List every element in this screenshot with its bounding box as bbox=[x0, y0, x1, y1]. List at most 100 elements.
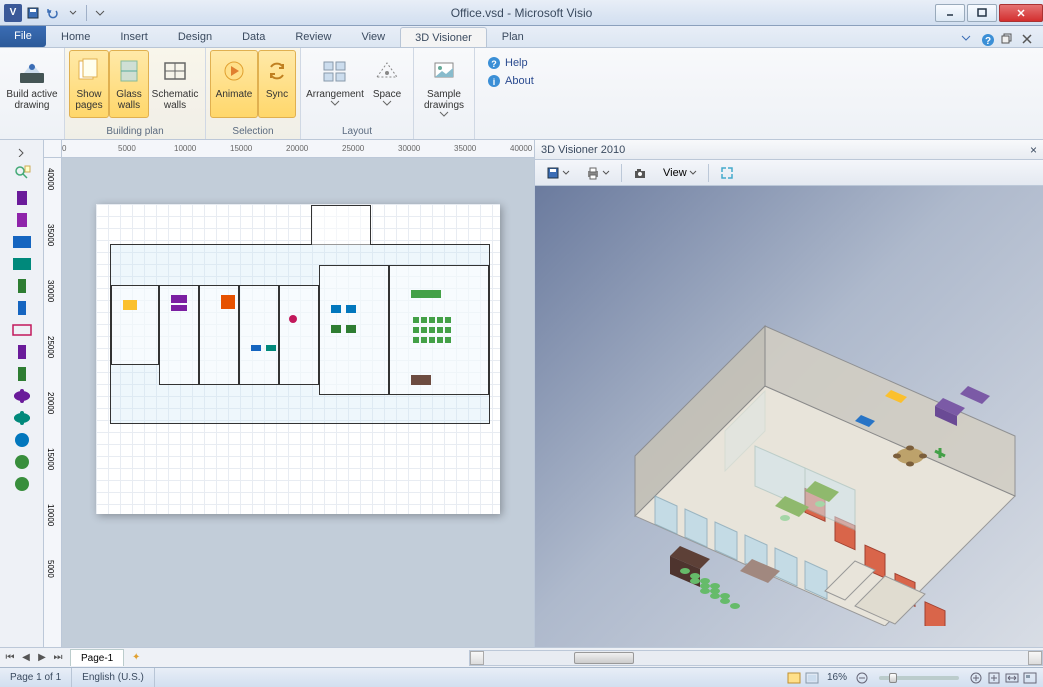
stencil-expand-icon[interactable] bbox=[0, 144, 43, 160]
ribbon-minimize-icon[interactable] bbox=[961, 33, 975, 47]
glass-walls-button[interactable]: Glass walls bbox=[109, 50, 149, 118]
zoom-slider[interactable] bbox=[879, 676, 959, 680]
window-restore-icon[interactable] bbox=[1001, 33, 1015, 47]
print-icon bbox=[586, 166, 600, 180]
sync-button[interactable]: Sync bbox=[258, 50, 296, 118]
stencil-circle-b[interactable] bbox=[12, 454, 32, 470]
stencil-search-tool[interactable] bbox=[10, 162, 34, 182]
stencil-table-1[interactable] bbox=[12, 234, 32, 250]
tab-design[interactable]: Design bbox=[163, 27, 227, 47]
sheet-nav-first-button[interactable]: ⏮ bbox=[2, 650, 18, 666]
sample-icon bbox=[428, 55, 460, 87]
fit-width-button[interactable] bbox=[1005, 671, 1019, 685]
3d-fullscreen-button[interactable] bbox=[713, 163, 741, 183]
file-tab[interactable]: File bbox=[0, 25, 46, 47]
selection-group-label: Selection bbox=[210, 124, 296, 139]
stencil-sofa[interactable] bbox=[12, 322, 32, 338]
tab-data[interactable]: Data bbox=[227, 27, 280, 47]
maximize-button[interactable] bbox=[967, 4, 997, 22]
scroll-left-button[interactable] bbox=[470, 651, 484, 665]
stencil-block-d[interactable] bbox=[12, 366, 32, 382]
about-link[interactable]: i About bbox=[487, 72, 534, 90]
status-page[interactable]: Page 1 of 1 bbox=[0, 668, 72, 687]
sheet-tabs-bar: ⏮ ◀ ▶ ⏭ Page-1 ✦ bbox=[0, 647, 1043, 667]
window-title: Office.vsd - Microsoft Visio bbox=[451, 6, 593, 20]
minimize-button[interactable] bbox=[935, 4, 965, 22]
help-link[interactable]: ? Help bbox=[487, 54, 534, 72]
stencil-shape-b[interactable] bbox=[12, 212, 32, 228]
stencil-block-c[interactable] bbox=[12, 344, 32, 360]
show-pages-button[interactable]: Show pages bbox=[69, 50, 109, 118]
ruler-tick: 30000 bbox=[398, 144, 420, 153]
3d-viewport[interactable] bbox=[535, 186, 1043, 647]
scroll-thumb[interactable] bbox=[574, 652, 634, 664]
scroll-right-button[interactable] bbox=[1028, 651, 1042, 665]
ruler-vertical[interactable]: 400003500030000250002000015000100005000 bbox=[44, 158, 62, 647]
3d-save-button[interactable] bbox=[539, 163, 577, 183]
stencil-shape-a[interactable] bbox=[12, 190, 32, 206]
zoom-in-button[interactable] bbox=[969, 671, 983, 685]
tab-home[interactable]: Home bbox=[46, 27, 105, 47]
ruler-horizontal[interactable]: 0500010000150002000025000300003500040000 bbox=[44, 140, 534, 158]
3d-print-button[interactable] bbox=[579, 163, 617, 183]
arrangement-button[interactable]: Arrangement bbox=[305, 50, 365, 118]
qat-save-icon[interactable] bbox=[24, 4, 42, 22]
horizontal-scrollbar[interactable] bbox=[469, 650, 1043, 666]
content-area: 0500010000150002000025000300003500040000… bbox=[0, 140, 1043, 647]
space-button[interactable]: Space bbox=[365, 50, 409, 118]
zoom-slider-thumb[interactable] bbox=[889, 673, 897, 683]
3d-view-button[interactable]: View bbox=[656, 164, 704, 182]
tab-review[interactable]: Review bbox=[280, 27, 346, 47]
3d-panel-close-button[interactable]: × bbox=[1030, 143, 1037, 157]
qat-customize-icon[interactable] bbox=[91, 4, 109, 22]
close-button[interactable] bbox=[999, 4, 1043, 22]
window-close-icon[interactable] bbox=[1021, 33, 1035, 47]
schematic-walls-button[interactable]: Schematic walls bbox=[149, 50, 201, 118]
fit-page-button[interactable] bbox=[987, 671, 1001, 685]
ruler-tick: 5000 bbox=[46, 560, 55, 578]
tab-view[interactable]: View bbox=[346, 27, 400, 47]
stencil-block-a[interactable] bbox=[12, 278, 32, 294]
3d-panel-header: 3D Visioner 2010 × bbox=[535, 140, 1043, 160]
stencil-circle-c[interactable] bbox=[12, 476, 32, 492]
animate-icon bbox=[218, 55, 250, 87]
stencil-table-2[interactable] bbox=[12, 256, 32, 272]
sheet-new-button[interactable]: ✦ bbox=[128, 650, 144, 666]
tab-plan[interactable]: Plan bbox=[487, 27, 539, 47]
sheet-nav-prev-button[interactable]: ◀ bbox=[18, 650, 34, 666]
stencil-round-b[interactable] bbox=[12, 410, 32, 426]
sample-drawings-button[interactable]: Sample drawings bbox=[418, 50, 470, 118]
svg-text:i: i bbox=[493, 77, 496, 87]
tab-insert[interactable]: Insert bbox=[105, 27, 163, 47]
status-bar: Page 1 of 1 English (U.S.) 16% bbox=[0, 667, 1043, 687]
pan-zoom-window-button[interactable] bbox=[1023, 671, 1037, 685]
floorplan-outline bbox=[110, 244, 490, 424]
status-language[interactable]: English (U.S.) bbox=[72, 668, 155, 687]
zoom-out-button[interactable] bbox=[855, 671, 869, 685]
qat-undo-icon[interactable] bbox=[44, 4, 62, 22]
pages-icon bbox=[73, 55, 105, 87]
animate-button[interactable]: Animate bbox=[210, 50, 258, 118]
help-icon[interactable]: ? bbox=[981, 33, 995, 47]
build-active-drawing-button[interactable]: Build active drawing bbox=[4, 50, 60, 118]
sheet-nav-last-button[interactable]: ⏭ bbox=[50, 650, 66, 666]
stencil-round-a[interactable] bbox=[12, 388, 32, 404]
stencil-block-b[interactable] bbox=[12, 300, 32, 316]
view-mode-normal-icon[interactable] bbox=[787, 671, 801, 685]
qat-redo-icon[interactable] bbox=[64, 4, 82, 22]
sheet-nav-next-button[interactable]: ▶ bbox=[34, 650, 50, 666]
status-zoom-value: 16% bbox=[827, 672, 847, 683]
canvas-viewport[interactable] bbox=[62, 158, 534, 647]
drawing-page[interactable] bbox=[96, 204, 500, 514]
tab-3d-visioner[interactable]: 3D Visioner bbox=[400, 27, 487, 47]
ruler-tick: 25000 bbox=[342, 144, 364, 153]
svg-text:?: ? bbox=[491, 59, 497, 69]
ruler-tick: 35000 bbox=[454, 144, 476, 153]
chevron-down-icon bbox=[330, 100, 340, 106]
arrangement-icon bbox=[319, 55, 351, 87]
3d-camera-button[interactable] bbox=[626, 163, 654, 183]
sheet-tab-page1[interactable]: Page-1 bbox=[70, 649, 124, 666]
view-mode-full-icon[interactable] bbox=[805, 671, 819, 685]
space-icon bbox=[371, 55, 403, 87]
stencil-circle-a[interactable] bbox=[12, 432, 32, 448]
